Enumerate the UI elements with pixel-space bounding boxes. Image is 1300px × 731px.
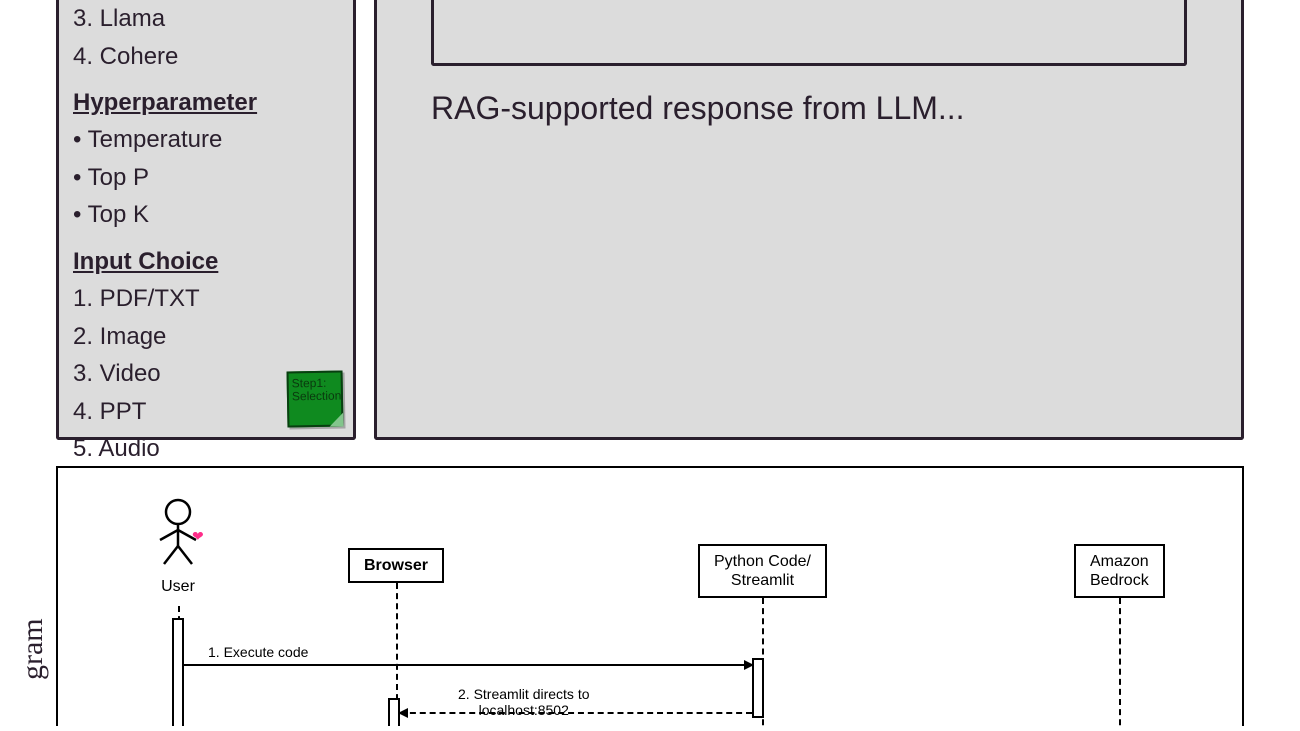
- actor-bedrock-label: Amazon Bedrock: [1074, 544, 1165, 598]
- actor-amazon-bedrock: Amazon Bedrock: [1074, 544, 1165, 598]
- sidebar-panel: 3. Llama 4. Cohere Hyperparameter Temper…: [56, 0, 356, 440]
- actor-user-label: User: [138, 578, 218, 596]
- input-choice-item[interactable]: 2. Image: [73, 318, 339, 356]
- main-panel: RAG-supported response from LLM...: [374, 0, 1244, 440]
- sticky-note-step1: Step1: Selection: [287, 371, 344, 428]
- actor-user: ❤ User: [138, 498, 218, 596]
- response-output-box: [431, 0, 1187, 66]
- msg-execute-code: 1. Execute code: [208, 644, 308, 660]
- rag-response-text: RAG-supported response from LLM...: [401, 90, 1217, 127]
- model-item[interactable]: 3. Llama: [73, 0, 339, 38]
- stick-figure-icon: ❤: [148, 498, 208, 578]
- input-choice-item[interactable]: 5. Audio: [73, 430, 339, 468]
- hyperparam-item[interactable]: Temperature: [73, 121, 339, 159]
- hyperparam-item[interactable]: Top P: [73, 159, 339, 197]
- msg-streamlit-localhost: 2. Streamlit directs to localhost:8502: [458, 686, 590, 718]
- actor-browser-label: Browser: [348, 548, 444, 583]
- input-choice-heading: Input Choice: [73, 248, 339, 276]
- model-item[interactable]: 4. Cohere: [73, 38, 339, 76]
- sticky-line2: Selection: [292, 390, 338, 404]
- hyperparameter-list: Temperature Top P Top K: [73, 121, 339, 234]
- arrow-execute-code: [184, 664, 752, 666]
- actor-python-streamlit: Python Code/ Streamlit: [698, 544, 827, 598]
- model-list: 3. Llama 4. Cohere: [73, 0, 339, 75]
- input-choice-item[interactable]: 1. PDF/TXT: [73, 280, 339, 318]
- actor-python-label: Python Code/ Streamlit: [698, 544, 827, 598]
- lifeline-bedrock: [1119, 598, 1121, 726]
- heart-icon: ❤: [192, 528, 204, 545]
- hyperparam-item[interactable]: Top K: [73, 196, 339, 234]
- hyperparameter-heading: Hyperparameter: [73, 89, 339, 117]
- vertical-diagram-label: gram: [16, 618, 50, 680]
- wireframe-panel: 3. Llama 4. Cohere Hyperparameter Temper…: [0, 0, 1300, 440]
- actor-browser: Browser: [348, 548, 444, 583]
- activation-user: [172, 618, 184, 726]
- sequence-diagram: ❤ User Browser Python Code/ Streamlit Am…: [56, 466, 1244, 726]
